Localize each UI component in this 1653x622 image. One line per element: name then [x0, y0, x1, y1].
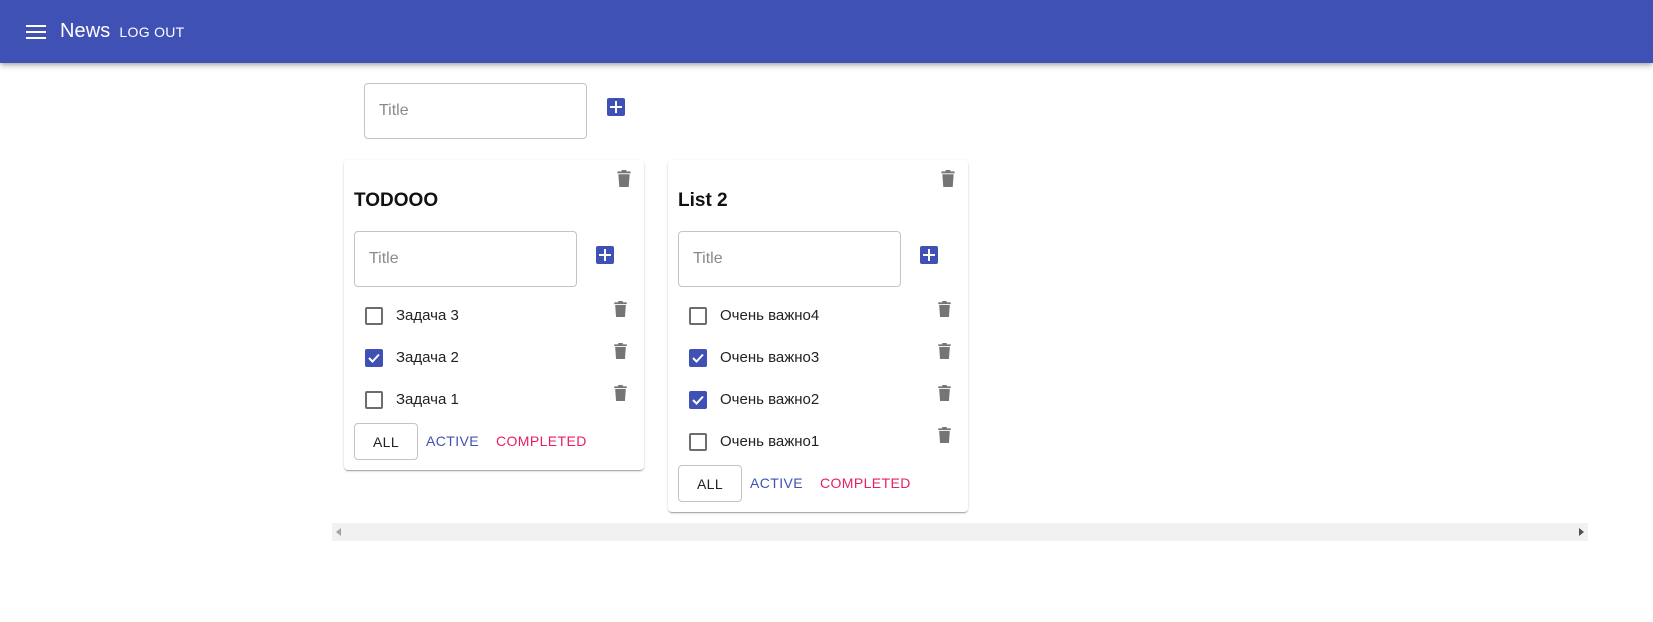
task-checkbox[interactable] [365, 349, 383, 367]
delete-task-button[interactable] [936, 384, 952, 402]
new-task-title-field[interactable] [354, 231, 577, 287]
task-item: Очень важно3 [668, 338, 968, 378]
new-task-title-input[interactable] [355, 232, 576, 286]
task-label: Задача 3 [396, 307, 459, 324]
task-checkbox[interactable] [365, 307, 383, 325]
delete-list-button[interactable] [614, 168, 634, 188]
checkmark-icon [368, 353, 380, 363]
app-bar: News LOG OUT [0, 0, 1653, 63]
task-item: Задача 1 [344, 380, 644, 420]
list-title: TODOOO [354, 190, 439, 211]
menu-button[interactable] [12, 8, 60, 56]
plus-icon [923, 249, 935, 261]
delete-task-button[interactable] [612, 384, 628, 402]
filter-completed-button[interactable]: COMPLETED [496, 433, 587, 449]
filter-completed-button[interactable]: COMPLETED [820, 475, 911, 491]
new-list-title-input[interactable] [365, 84, 586, 138]
filter-active-button[interactable]: ACTIVE [750, 475, 803, 491]
task-label: Очень важно2 [720, 391, 820, 408]
logout-button[interactable]: LOG OUT [119, 18, 184, 46]
new-list-title-field[interactable] [364, 83, 587, 139]
todo-list-card: List 2 Очень важно4 Очень важно3 [668, 160, 968, 512]
trash-icon [613, 301, 627, 317]
trash-icon [937, 427, 951, 443]
task-label: Очень важно3 [720, 349, 820, 366]
app-title: News [60, 20, 111, 42]
trash-icon [937, 301, 951, 317]
task-item: Задача 2 [344, 338, 644, 378]
task-item: Очень важно4 [668, 296, 968, 336]
task-label: Задача 1 [396, 391, 459, 408]
trash-icon [937, 343, 951, 359]
delete-task-button[interactable] [936, 300, 952, 318]
checkmark-icon [692, 353, 704, 363]
task-checkbox[interactable] [689, 391, 707, 409]
scroll-left-arrow-icon[interactable] [336, 528, 341, 536]
checkmark-icon [692, 395, 704, 405]
add-task-button[interactable] [596, 246, 614, 264]
task-checkbox[interactable] [689, 433, 707, 451]
add-task-button[interactable] [920, 246, 938, 264]
trash-icon [937, 385, 951, 401]
scroll-right-arrow-icon[interactable] [1579, 528, 1584, 536]
trash-icon [617, 169, 631, 187]
list-title: List 2 [678, 190, 728, 211]
delete-task-button[interactable] [936, 426, 952, 444]
new-task-title-field[interactable] [678, 231, 901, 287]
delete-task-button[interactable] [936, 342, 952, 360]
add-list-button[interactable] [607, 98, 625, 116]
task-checkbox[interactable] [689, 307, 707, 325]
delete-list-button[interactable] [938, 168, 958, 188]
task-checkbox[interactable] [689, 349, 707, 367]
plus-icon [610, 101, 622, 113]
task-label: Задача 2 [396, 349, 459, 366]
todo-list-card: TODOOO Задача 3 Задача 2 [344, 160, 644, 470]
trash-icon [941, 169, 955, 187]
task-item: Очень важно1 [668, 422, 968, 462]
horizontal-scrollbar[interactable] [332, 523, 1588, 541]
delete-task-button[interactable] [612, 300, 628, 318]
plus-icon [599, 249, 611, 261]
delete-task-button[interactable] [612, 342, 628, 360]
task-item: Задача 3 [344, 296, 644, 336]
filter-all-button[interactable]: ALL [354, 423, 418, 460]
task-checkbox[interactable] [365, 391, 383, 409]
task-label: Очень важно1 [720, 433, 820, 450]
task-label: Очень важно4 [720, 307, 820, 324]
trash-icon [613, 385, 627, 401]
filter-active-button[interactable]: ACTIVE [426, 433, 479, 449]
menu-icon [26, 24, 46, 39]
task-item: Очень важно2 [668, 380, 968, 420]
new-task-title-input[interactable] [679, 232, 900, 286]
filter-all-button[interactable]: ALL [678, 465, 742, 502]
trash-icon [613, 343, 627, 359]
